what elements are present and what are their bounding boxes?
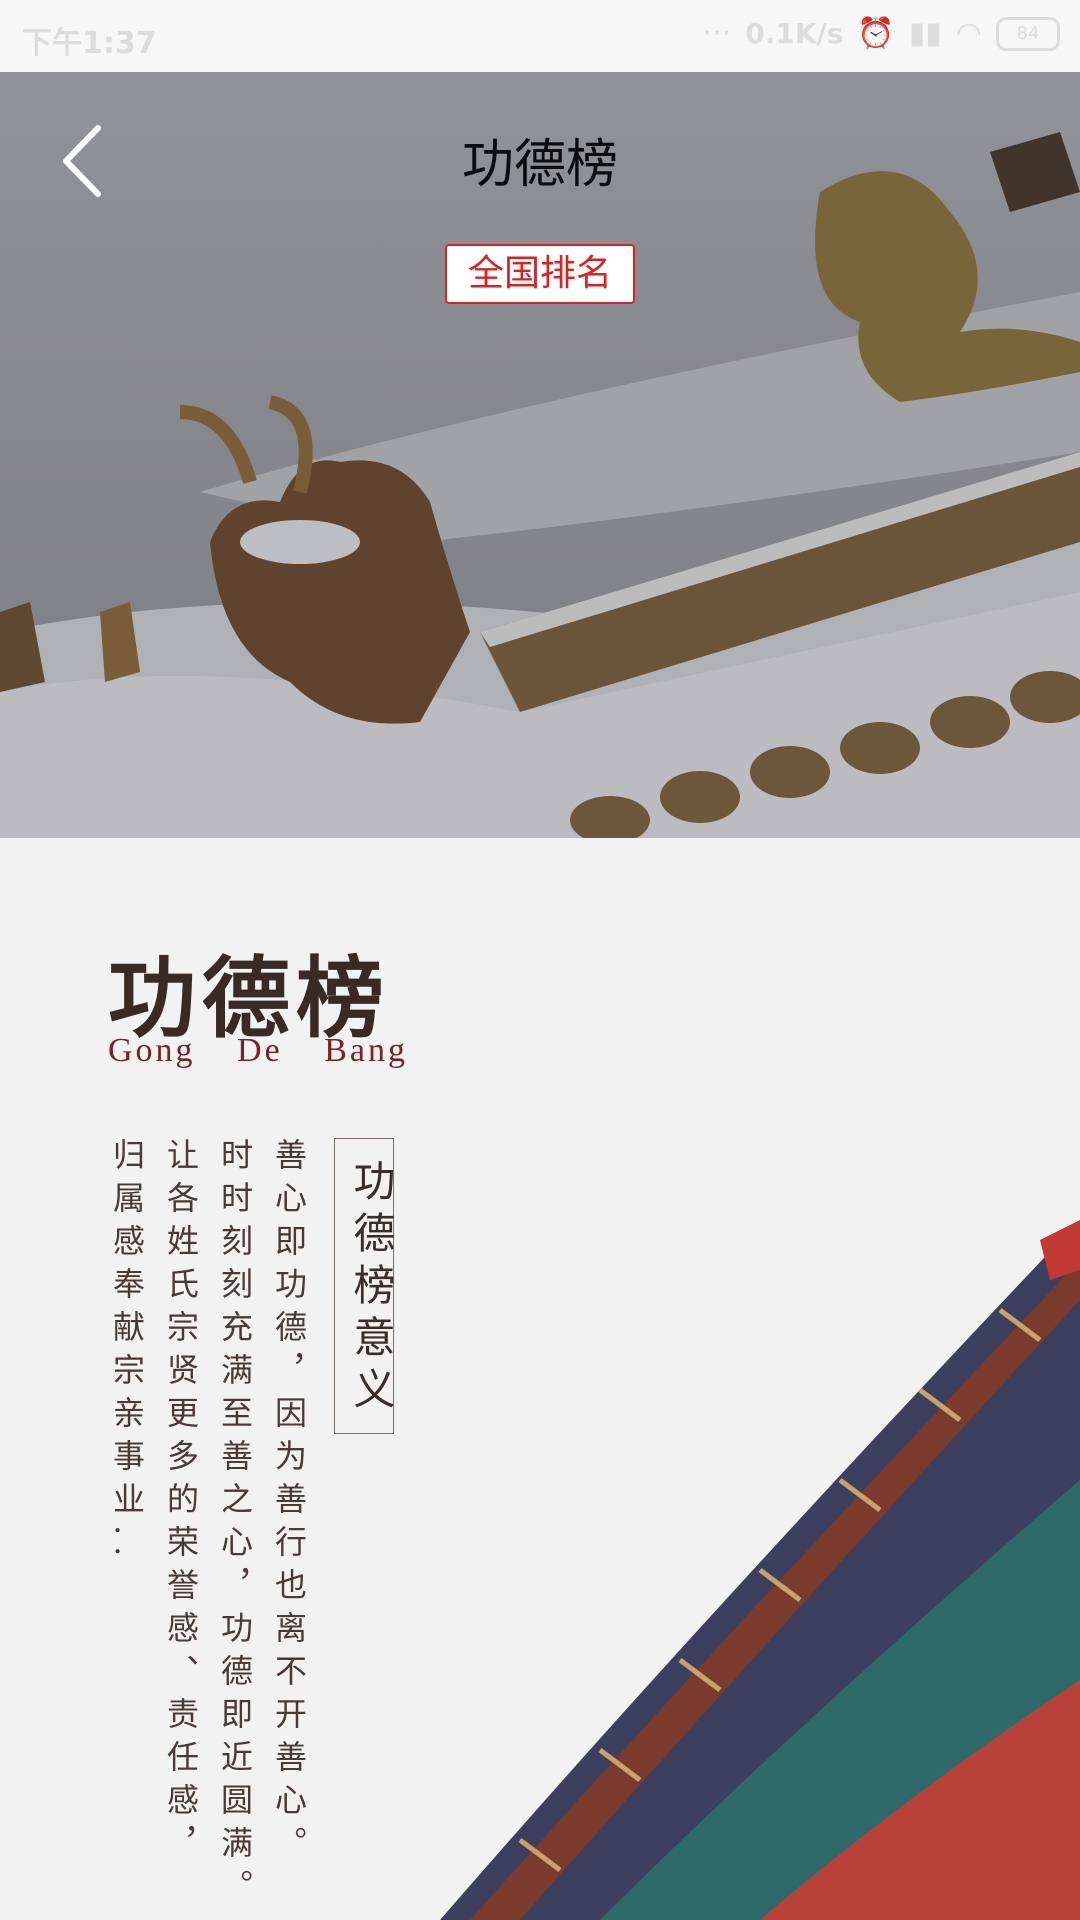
- pinyin-subtitle: Gong De Bang: [108, 1032, 408, 1069]
- paragraph-column-4: 归属感奉献宗亲事业..: [108, 1138, 146, 1568]
- paragraph-column-3: 让各姓氏宗贤更多的荣誉感、责任感，: [162, 1138, 200, 1869]
- meaning-heading: 功德榜意义: [347, 1159, 396, 1419]
- meaning-heading-box: 功德榜意义: [334, 1138, 396, 1434]
- paragraph-column-1: 善心即功德，因为善行也离不开善心。: [270, 1138, 308, 1869]
- paragraph-column-2: 时时刻刻充满至善之心，功德即近圆满。: [216, 1138, 254, 1912]
